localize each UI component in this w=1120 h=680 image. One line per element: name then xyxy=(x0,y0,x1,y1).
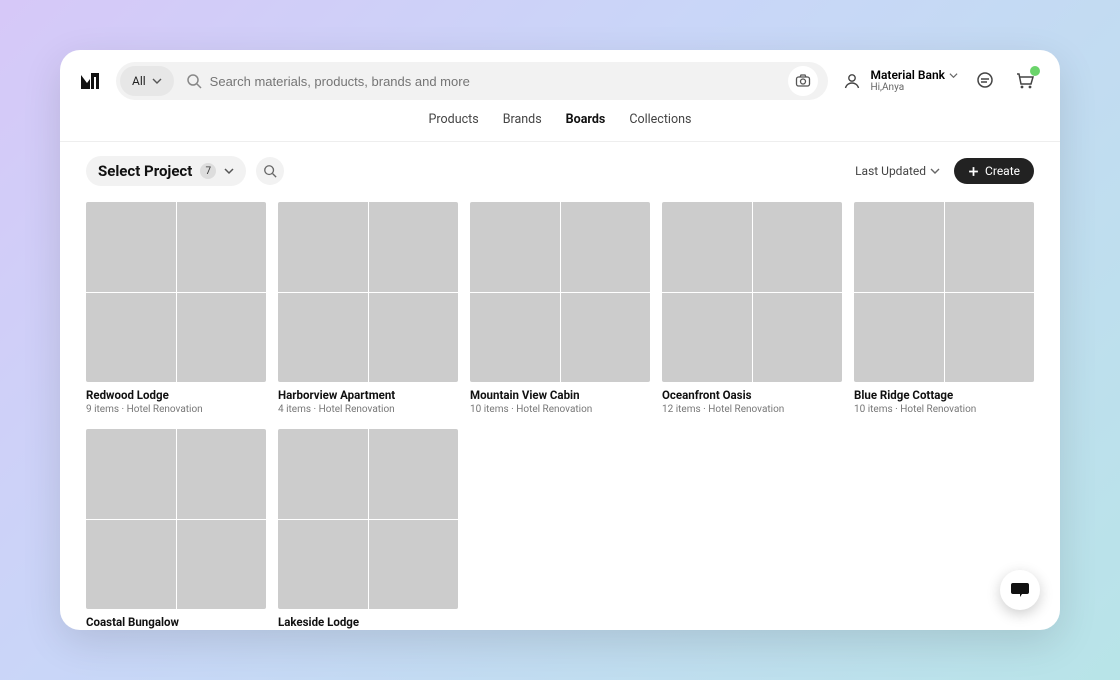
search-icon xyxy=(263,164,277,178)
nav-tabs: Products Brands Boards Collections xyxy=(60,108,1060,142)
swatch xyxy=(753,202,843,292)
swatch xyxy=(86,429,176,519)
swatch xyxy=(470,293,560,383)
tab-products[interactable]: Products xyxy=(429,112,479,131)
chevron-down-icon xyxy=(949,71,958,80)
swatch xyxy=(177,520,267,610)
swatch xyxy=(278,520,368,610)
board-title: Oceanfront Oasis xyxy=(662,388,842,402)
board-card[interactable]: Redwood Lodge 9 items · Hotel Renovation xyxy=(86,202,266,415)
swatch xyxy=(753,293,843,383)
board-title: Blue Ridge Cottage xyxy=(854,388,1034,402)
board-thumbnail xyxy=(854,202,1034,382)
visual-search-button[interactable] xyxy=(788,66,818,96)
boards-toolbar: Select Project 7 Last Updated Create xyxy=(60,142,1060,196)
sort-selector[interactable]: Last Updated xyxy=(855,164,940,178)
search-bar: All xyxy=(116,62,828,100)
cart-indicator-dot xyxy=(1030,66,1040,76)
board-title: Lakeside Lodge xyxy=(278,615,458,629)
create-button[interactable]: Create xyxy=(954,158,1034,184)
board-title: Redwood Lodge xyxy=(86,388,266,402)
swatch xyxy=(86,293,176,383)
board-thumbnail xyxy=(86,429,266,609)
swatch xyxy=(369,520,459,610)
board-card[interactable]: Coastal Bungalow13 items xyxy=(86,429,266,630)
board-title: Coastal Bungalow xyxy=(86,615,266,629)
search-input[interactable] xyxy=(202,62,783,100)
swatch xyxy=(854,202,944,292)
board-title: Harborview Apartment xyxy=(278,388,458,402)
swatch xyxy=(369,429,459,519)
boards-grid: Redwood Lodge 9 items · Hotel Renovation H… xyxy=(86,202,1034,630)
tab-brands[interactable]: Brands xyxy=(503,112,542,131)
swatch xyxy=(561,202,651,292)
swatch xyxy=(278,429,368,519)
board-card[interactable]: Blue Ridge Cottage 10 items · Hotel Renov… xyxy=(854,202,1034,415)
board-card[interactable]: Lakeside Lodge4 items · Hotel Renovation xyxy=(278,429,458,630)
swatch xyxy=(177,293,267,383)
swatch xyxy=(177,429,267,519)
project-selector-label: Select Project xyxy=(98,162,192,180)
filter-chip-label: All xyxy=(132,74,146,88)
board-thumbnail xyxy=(86,202,266,382)
swatch xyxy=(278,293,368,383)
search-icon xyxy=(186,73,202,89)
board-thumbnail xyxy=(662,202,842,382)
board-thumbnail xyxy=(278,202,458,382)
chevron-down-icon xyxy=(930,166,940,176)
chevron-down-icon xyxy=(224,166,234,176)
cart-button[interactable] xyxy=(1012,68,1038,94)
swatch xyxy=(561,293,651,383)
board-subtitle: 4 items · Hotel Renovation xyxy=(278,404,458,415)
swatch xyxy=(177,202,267,292)
swatch xyxy=(86,202,176,292)
boards-search-button[interactable] xyxy=(256,157,284,185)
swatch xyxy=(945,293,1035,383)
messages-button[interactable] xyxy=(972,68,998,94)
swatch xyxy=(278,202,368,292)
board-thumbnail xyxy=(470,202,650,382)
chevron-down-icon xyxy=(152,76,162,86)
board-card[interactable]: Oceanfront Oasis 12 items · Hotel Renovat… xyxy=(662,202,842,415)
boards-scroll[interactable]: Redwood Lodge 9 items · Hotel Renovation H… xyxy=(60,196,1060,630)
board-title: Mountain View Cabin xyxy=(470,388,650,402)
app-window: All Material Bank Hi,Anya xyxy=(60,50,1060,630)
board-subtitle: 10 items · Hotel Renovation xyxy=(854,404,1034,415)
swatch xyxy=(854,293,944,383)
swatch xyxy=(470,202,560,292)
board-card[interactable]: Harborview Apartment 4 items · Hotel Reno… xyxy=(278,202,458,415)
tab-collections[interactable]: Collections xyxy=(629,112,691,131)
user-menu[interactable]: Material Bank Hi,Anya xyxy=(842,69,958,93)
brand-logo[interactable] xyxy=(78,69,102,93)
top-bar: All Material Bank Hi,Anya xyxy=(60,50,1060,108)
tab-boards[interactable]: Boards xyxy=(566,112,606,131)
project-selector[interactable]: Select Project 7 xyxy=(86,156,246,186)
board-subtitle: 9 items · Hotel Renovation xyxy=(86,404,266,415)
camera-icon xyxy=(795,73,811,89)
board-card[interactable]: Mountain View Cabin 10 items · Hotel Reno… xyxy=(470,202,650,415)
board-subtitle: 10 items · Hotel Renovation xyxy=(470,404,650,415)
plus-icon xyxy=(968,166,979,177)
swatch xyxy=(86,520,176,610)
chat-fab[interactable] xyxy=(1000,570,1040,610)
swatch xyxy=(369,202,459,292)
user-icon xyxy=(842,71,862,91)
speech-bubble-icon xyxy=(1009,579,1031,601)
board-thumbnail xyxy=(278,429,458,609)
chat-icon xyxy=(975,71,995,91)
user-name: Material Bank xyxy=(870,69,945,82)
project-count-badge: 7 xyxy=(200,163,216,179)
swatch xyxy=(662,293,752,383)
swatch xyxy=(662,202,752,292)
swatch xyxy=(945,202,1035,292)
swatch xyxy=(369,293,459,383)
sort-label: Last Updated xyxy=(855,164,926,178)
user-greeting: Hi,Anya xyxy=(870,82,958,93)
search-filter-chip[interactable]: All xyxy=(120,66,174,96)
board-subtitle: 12 items · Hotel Renovation xyxy=(662,404,842,415)
create-button-label: Create xyxy=(985,164,1020,178)
